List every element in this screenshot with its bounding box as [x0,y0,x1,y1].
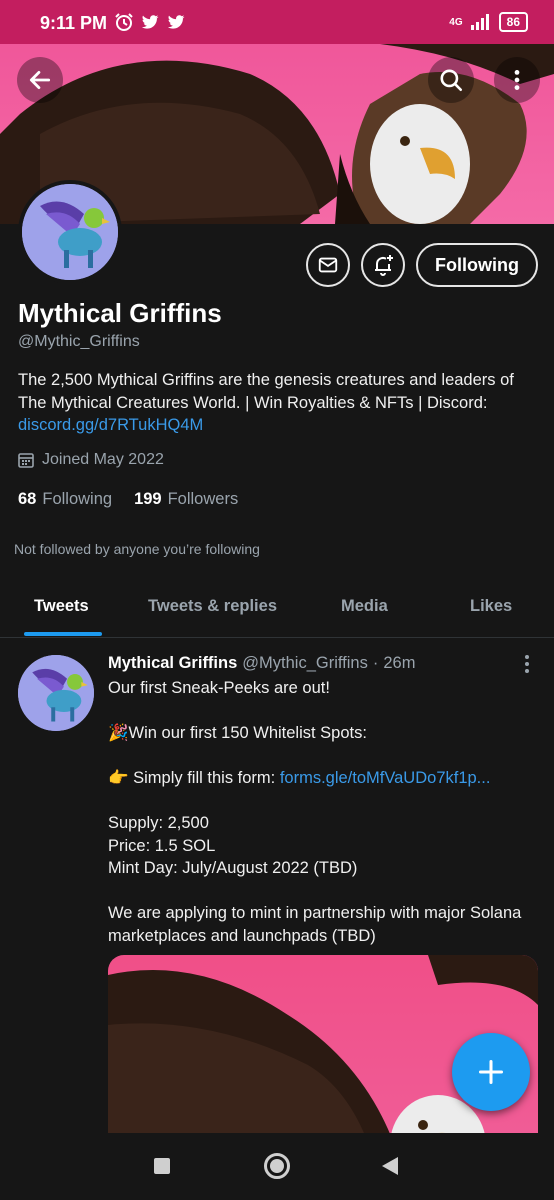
compose-tweet-button[interactable] [452,1033,530,1111]
mail-icon [318,257,338,273]
tweet-text: Our first Sneak-Peeks are out! 🎉Win our … [108,677,538,947]
search-icon [440,69,463,92]
tweet-form-prefix: 👉 Simply fill this form: [108,769,280,787]
more-vertical-icon [514,70,520,90]
battery-level: 86 [498,12,528,32]
tab-tweets-replies[interactable]: Tweets & replies [148,597,277,616]
profile-handle: @Mythic_Griffins [18,333,140,350]
signal-icon [470,14,489,30]
status-bar: 9:11 PM 4G 86 [0,0,554,44]
tweet-line: We are applying to mint in partnership w… [108,904,522,945]
tweet-separator: · [372,654,379,672]
back-button[interactable] [17,57,63,103]
following-count: 68 [18,490,37,508]
followers-count: 199 [134,490,162,508]
more-options-button[interactable] [494,57,540,103]
plus-icon [478,1059,504,1085]
status-notification-icons [114,12,186,32]
tweet-line: 🎉Win our first 150 Whitelist Spots: [108,724,367,742]
bell-plus-icon [375,255,393,276]
home-icon[interactable] [264,1153,290,1179]
follow-counts: 68 Following 199 Followers [18,490,238,509]
bio-text: The 2,500 Mythical Griffins are the gene… [18,371,514,412]
back-icon[interactable] [382,1157,398,1175]
profile-avatar[interactable] [18,180,122,284]
profile-tabs: Tweets Tweets & replies Media Likes [0,578,554,638]
notifications-button[interactable] [361,243,405,287]
tweet-more-button[interactable] [522,653,532,680]
arrow-left-icon [29,71,51,89]
tab-likes[interactable]: Likes [470,597,512,616]
tweet-author-name[interactable]: Mythical Griffins [108,654,237,673]
search-button[interactable] [428,57,474,103]
griffin-avatar-image [22,184,118,280]
tweet-line: Price: 1.5 SOL [108,836,216,855]
twitter-icon [167,15,185,29]
status-time: 9:11 PM [40,13,108,33]
tweet-line: Supply: 2,500 [108,814,209,832]
tweet-header: Mythical Griffins @Mythic_Griffins · 26m [108,654,415,673]
griffin-avatar-image [18,655,94,731]
tweet-time: 26m [383,654,416,672]
following-count-link[interactable]: 68 Following [18,490,112,509]
recents-icon[interactable] [154,1158,170,1174]
joined-date: Joined May 2022 [18,451,164,469]
calendar-icon [18,453,34,468]
not-followed-notice: Not followed by anyone you’re following [14,541,260,557]
following-button[interactable]: Following [416,243,538,287]
status-system-icons: 4G 86 [449,12,528,32]
joined-text: Joined May 2022 [42,451,164,468]
tweet-form-link[interactable]: forms.gle/toMfVaUDo7kf1p... [280,769,491,787]
more-vertical-icon [525,655,529,673]
tweet-line: Mint Day: July/August 2022 (TBD) [108,859,358,877]
message-button[interactable] [306,243,350,287]
tab-tweets[interactable]: Tweets [34,597,89,616]
twitter-icon [141,15,159,29]
followers-count-link[interactable]: 199 Followers [134,490,238,509]
tweet-author-avatar[interactable] [18,655,94,731]
tweet-line: 👉 Simply fill this form: forms.gle/toMfV… [108,767,538,790]
following-label: Following [42,490,113,508]
profile-bio: The 2,500 Mythical Griffins are the gene… [18,369,538,437]
network-type: 4G [449,16,463,28]
profile-name: Mythical Griffins [18,298,222,328]
tweet-line: Our first Sneak-Peeks are out! [108,679,330,697]
followers-label: Followers [167,490,239,508]
alarm-icon [115,13,133,31]
tab-media[interactable]: Media [341,597,388,616]
bio-link[interactable]: discord.gg/d7RTukHQ4M [18,416,203,434]
system-navigation-bar [0,1133,554,1200]
tweet-author-handle: @Mythic_Griffins [242,654,368,672]
active-tab-indicator [24,632,102,636]
